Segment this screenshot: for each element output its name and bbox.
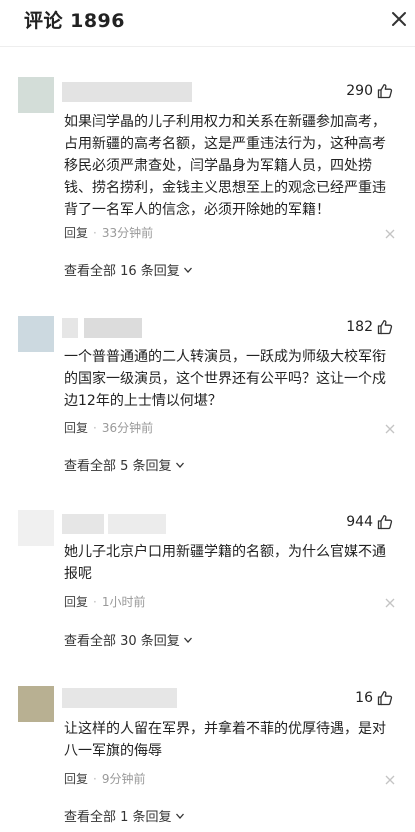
avatar[interactable] xyxy=(18,686,54,722)
view-all-replies-button[interactable]: 查看全部 5 条回复 xyxy=(64,455,185,474)
view-all-replies-label: 查看全部 30 条回复 xyxy=(64,634,180,649)
thumbs-up-icon xyxy=(377,691,393,706)
view-all-replies-button[interactable]: 查看全部 16 条回复 xyxy=(64,260,193,279)
comment-time: 33分钟前 xyxy=(101,226,154,240)
separator-dot: · xyxy=(93,594,97,609)
comment-time: 9分钟前 xyxy=(101,772,146,786)
thumbs-up-icon xyxy=(377,320,393,335)
view-all-replies-button[interactable]: 查看全部 30 条回复 xyxy=(64,630,193,649)
thumbs-up-icon xyxy=(377,84,393,99)
avatar[interactable] xyxy=(18,510,54,546)
chevron-down-icon xyxy=(175,462,184,468)
like-count: 290 xyxy=(346,83,373,99)
reply-button[interactable]: 回复 xyxy=(64,419,88,436)
separator-dot: · xyxy=(93,225,97,240)
comment-time: 1小时前 xyxy=(101,595,146,609)
like-count: 16 xyxy=(355,690,373,706)
comment-text: 一个普普通通的二人转演员，一跃成为师级大校军衔的国家一级演员，这个世界还有公平吗… xyxy=(64,349,386,409)
comment-meta: 回复 · 1小时前 xyxy=(64,593,145,610)
username-blurred[interactable] xyxy=(108,514,166,534)
comments-header: 评论 1896 xyxy=(0,0,415,44)
username-blurred[interactable] xyxy=(62,318,78,338)
comment-time: 36分钟前 xyxy=(101,421,154,435)
username-blurred[interactable] xyxy=(62,688,177,708)
comment-text: 她儿子北京户口用新疆学籍的名额，为什么官媒不通报呢 xyxy=(64,544,386,582)
header-divider xyxy=(0,46,415,47)
avatar[interactable] xyxy=(18,77,54,113)
chevron-down-icon xyxy=(183,637,192,643)
username-blurred[interactable] xyxy=(84,318,142,338)
like-count: 944 xyxy=(346,514,373,530)
username-blurred[interactable] xyxy=(62,82,192,102)
like-count: 182 xyxy=(346,319,373,335)
comment-meta: 回复 · 9分钟前 xyxy=(64,770,145,787)
separator-dot: · xyxy=(93,771,97,786)
like-button[interactable]: 182 xyxy=(346,319,393,335)
comment-meta: 回复 · 36分钟前 xyxy=(64,419,153,436)
reply-button[interactable]: 回复 xyxy=(64,224,88,241)
close-icon[interactable] xyxy=(390,10,408,28)
like-button[interactable]: 16 xyxy=(355,690,393,706)
view-all-replies-label: 查看全部 5 条回复 xyxy=(64,459,172,474)
view-all-replies-label: 查看全部 16 条回复 xyxy=(64,264,180,279)
comment-text: 让这样的人留在军界，并拿着不菲的优厚待遇，是对八一军旗的侮辱 xyxy=(64,721,386,759)
chevron-down-icon xyxy=(175,813,184,819)
username-blurred[interactable] xyxy=(62,514,104,534)
thumbs-up-icon xyxy=(377,515,393,530)
avatar[interactable] xyxy=(18,316,54,352)
dismiss-x-icon[interactable] xyxy=(385,229,395,239)
reply-button[interactable]: 回复 xyxy=(64,593,88,610)
dismiss-x-icon[interactable] xyxy=(385,424,395,434)
view-all-replies-button[interactable]: 查看全部 1 条回复 xyxy=(64,806,185,825)
reply-button[interactable]: 回复 xyxy=(64,770,88,787)
like-button[interactable]: 290 xyxy=(346,83,393,99)
like-button[interactable]: 944 xyxy=(346,514,393,530)
chevron-down-icon xyxy=(183,267,192,273)
view-all-replies-label: 查看全部 1 条回复 xyxy=(64,810,172,825)
comments-title: 评论 1896 xyxy=(24,10,125,32)
comment-meta: 回复 · 33分钟前 xyxy=(64,224,153,241)
comment-text: 如果闫学晶的儿子利用权力和关系在新疆参加高考，占用新疆的高考名额，这是严重违法行… xyxy=(64,114,386,218)
separator-dot: · xyxy=(93,420,97,435)
dismiss-x-icon[interactable] xyxy=(385,598,395,608)
dismiss-x-icon[interactable] xyxy=(385,775,395,785)
